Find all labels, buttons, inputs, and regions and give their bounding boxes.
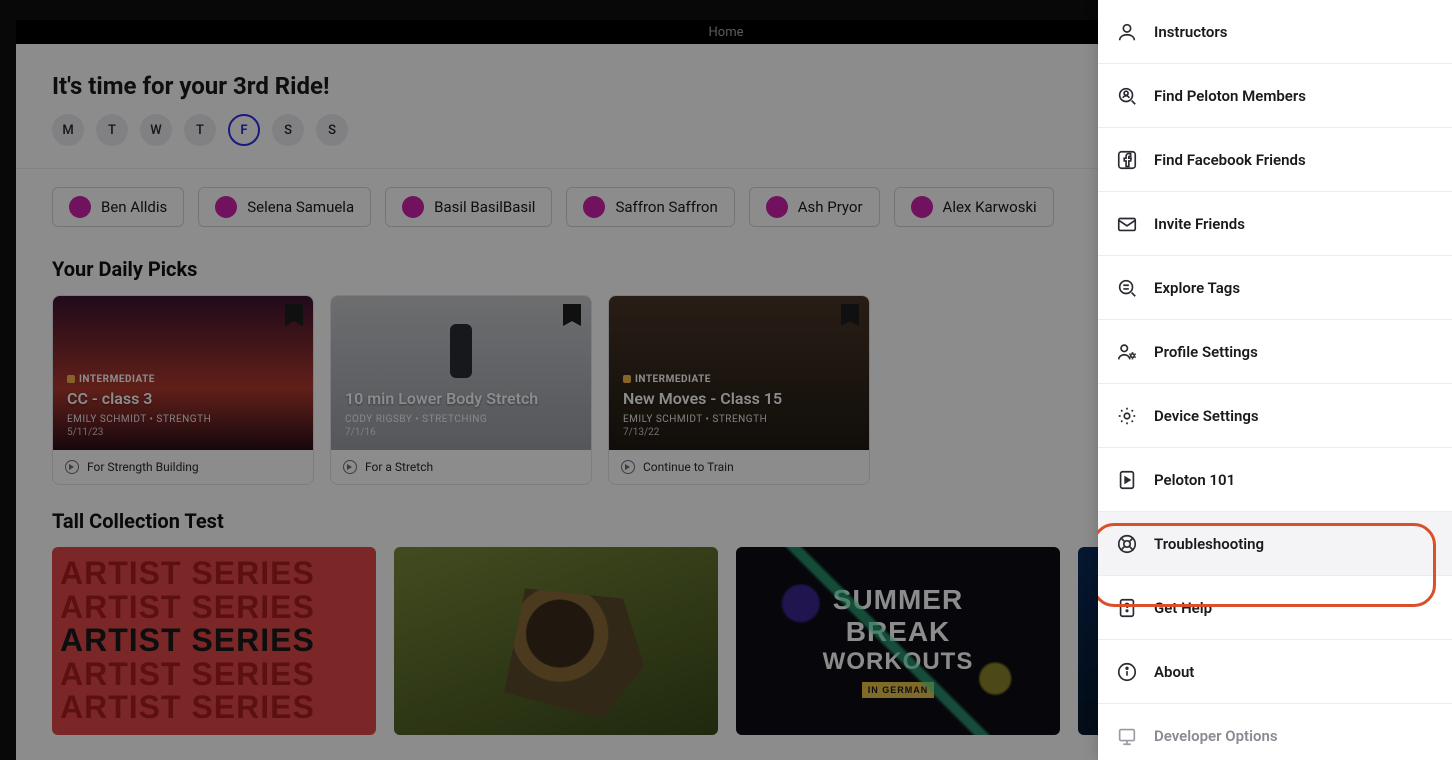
card-level: INTERMEDIATE: [67, 374, 299, 385]
app-root: Home It's time for your 3rd Ride! M T W …: [0, 0, 1452, 760]
card-footer: For Strength Building: [53, 450, 313, 484]
menu-instructors[interactable]: Instructors: [1098, 0, 1452, 64]
card-title: CC - class 3: [67, 389, 299, 408]
day-w[interactable]: W: [140, 114, 172, 146]
day-s2[interactable]: S: [316, 114, 348, 146]
menu-label: Find Facebook Friends: [1154, 151, 1306, 169]
class-card[interactable]: INTERMEDIATE New Moves - Class 15 EMILY …: [608, 295, 870, 485]
menu-label: Developer Options: [1154, 727, 1278, 745]
instructor-pill[interactable]: Basil BasilBasil: [385, 187, 552, 227]
menu-find-members[interactable]: Find Peloton Members: [1098, 64, 1452, 128]
card-image: INTERMEDIATE New Moves - Class 15 EMILY …: [609, 296, 869, 450]
collection-tile-dog[interactable]: [394, 547, 718, 735]
day-s1[interactable]: S: [272, 114, 304, 146]
instructor-name: Ash Pryor: [798, 198, 863, 216]
menu-label: Device Settings: [1154, 407, 1259, 425]
help-doc-icon: [1116, 597, 1138, 619]
collection-tile-summer[interactable]: SUMMER BREAK WORKOUTS IN GERMAN: [736, 547, 1060, 735]
day-f[interactable]: F: [228, 114, 260, 146]
avatar-icon: [215, 196, 237, 218]
dev-icon: [1116, 725, 1138, 747]
class-card[interactable]: INTERMEDIATE CC - class 3 EMILY SCHMIDT …: [52, 295, 314, 485]
menu-explore-tags[interactable]: Explore Tags: [1098, 256, 1452, 320]
day-t1[interactable]: T: [96, 114, 128, 146]
menu-label: Find Peloton Members: [1154, 87, 1306, 105]
day-t2[interactable]: T: [184, 114, 216, 146]
card-footer: Continue to Train: [609, 450, 869, 484]
card-meta: EMILY SCHMIDT • STRENGTH: [67, 414, 299, 425]
play-icon: [621, 460, 635, 474]
card-image: INTERMEDIATE CC - class 3 EMILY SCHMIDT …: [53, 296, 313, 450]
menu-troubleshooting[interactable]: Troubleshooting: [1098, 512, 1452, 576]
collection-tile-artist[interactable]: ARTIST SERIES ARTIST SERIES ARTIST SERIE…: [52, 547, 376, 735]
menu-label: Get Help: [1154, 599, 1212, 617]
menu-about[interactable]: About: [1098, 640, 1452, 704]
avatar-icon: [911, 196, 933, 218]
info-icon: [1116, 661, 1138, 683]
menu-label: Profile Settings: [1154, 343, 1258, 361]
play-icon: [343, 460, 357, 474]
card-title: 10 min Lower Body Stretch: [345, 389, 577, 408]
menu-label: About: [1154, 663, 1194, 681]
person-icon: [1116, 21, 1138, 43]
lifebuoy-icon: [1116, 533, 1138, 555]
card-title: New Moves - Class 15: [623, 389, 855, 408]
search-person-icon: [1116, 85, 1138, 107]
menu-label: Peloton 101: [1154, 471, 1235, 489]
card-date: 7/1/16: [345, 427, 577, 438]
mail-icon: [1116, 213, 1138, 235]
card-meta: CODY RIGSBY • STRETCHING: [345, 414, 577, 425]
instructor-pill[interactable]: Ben Alldis: [52, 187, 184, 227]
card-meta: EMILY SCHMIDT • STRENGTH: [623, 414, 855, 425]
menu-device-settings[interactable]: Device Settings: [1098, 384, 1452, 448]
menu-label: Troubleshooting: [1154, 535, 1264, 553]
instructor-name: Ben Alldis: [101, 198, 167, 216]
menu-label: Explore Tags: [1154, 279, 1240, 297]
instructor-pill[interactable]: Alex Karwoski: [894, 187, 1054, 227]
bookmark-icon[interactable]: [285, 304, 303, 326]
card-date: 7/13/22: [623, 427, 855, 438]
search-tag-icon: [1116, 277, 1138, 299]
menu-label: Invite Friends: [1154, 215, 1245, 233]
bookmark-icon[interactable]: [563, 304, 581, 326]
menu-peloton-101[interactable]: Peloton 101: [1098, 448, 1452, 512]
play-doc-icon: [1116, 469, 1138, 491]
bookmark-icon[interactable]: [841, 304, 859, 326]
card-date: 5/11/23: [67, 427, 299, 438]
menu-profile-settings[interactable]: Profile Settings: [1098, 320, 1452, 384]
instructor-name: Selena Samuela: [247, 198, 354, 216]
instructor-name: Basil BasilBasil: [434, 198, 535, 216]
top-bar-title: Home: [709, 25, 744, 40]
instructor-name: Alex Karwoski: [943, 198, 1037, 216]
play-icon: [65, 460, 79, 474]
menu-label: Instructors: [1154, 23, 1228, 41]
gear-icon: [1116, 405, 1138, 427]
menu-get-help[interactable]: Get Help: [1098, 576, 1452, 640]
instructor-pill[interactable]: Saffron Saffron: [566, 187, 734, 227]
card-footer: For a Stretch: [331, 450, 591, 484]
avatar-icon: [766, 196, 788, 218]
card-image: 10 min Lower Body Stretch CODY RIGSBY • …: [331, 296, 591, 450]
instructor-pill[interactable]: Ash Pryor: [749, 187, 880, 227]
avatar-icon: [583, 196, 605, 218]
facebook-icon: [1116, 149, 1138, 171]
day-m[interactable]: M: [52, 114, 84, 146]
class-card[interactable]: 10 min Lower Body Stretch CODY RIGSBY • …: [330, 295, 592, 485]
menu-find-facebook[interactable]: Find Facebook Friends: [1098, 128, 1452, 192]
instructor-pill[interactable]: Selena Samuela: [198, 187, 371, 227]
menu-invite-friends[interactable]: Invite Friends: [1098, 192, 1452, 256]
card-level: INTERMEDIATE: [623, 374, 855, 385]
summer-text: SUMMER BREAK WORKOUTS IN GERMAN: [823, 584, 974, 698]
settings-panel: Instructors Find Peloton Members Find Fa…: [1098, 0, 1452, 760]
profile-gear-icon: [1116, 341, 1138, 363]
avatar-icon: [402, 196, 424, 218]
avatar-icon: [69, 196, 91, 218]
instructor-name: Saffron Saffron: [615, 198, 717, 216]
menu-developer-options[interactable]: Developer Options: [1098, 704, 1452, 760]
